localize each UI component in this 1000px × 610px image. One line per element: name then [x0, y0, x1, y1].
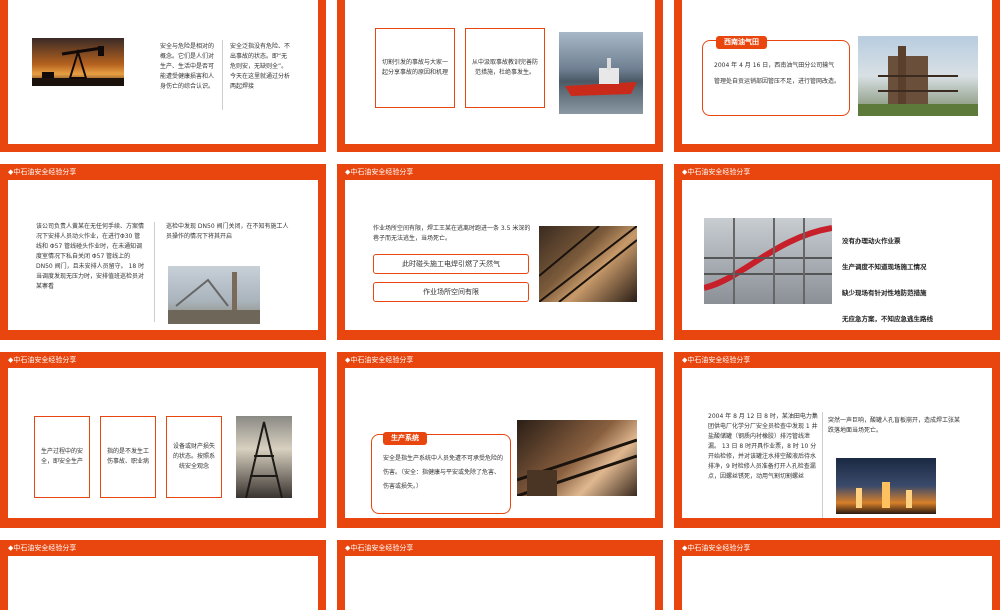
- slide-7[interactable]: ◆中石油安全经验分享 生产过程中的安全，即安全生产 指的是不发生工伤事故、职业病…: [0, 352, 326, 528]
- lesson-box: 从中汲取事故教训完善防范措施，杜绝事发生。: [465, 28, 545, 108]
- slide-content: 生产过程中的安全，即安全生产 指的是不发生工伤事故、职业病 设备或财产损失的状态…: [8, 368, 318, 518]
- oil-rig-photo: [236, 416, 292, 498]
- gas-ignition-box: 此时碰头施工电焊引燃了天然气: [373, 254, 529, 274]
- red-pipes-photo: [704, 218, 832, 304]
- slide-header: ◆中石油安全经验分享: [8, 356, 77, 364]
- slide-content: 2004 年 8 月 12 日 8 时，某油田电力集团供电厂化学分厂安全员检查中…: [682, 368, 992, 518]
- cause-item-3: 缺少现场有针对性地防范措施: [842, 289, 927, 297]
- intro-text-b: 安全泛指没有危险、不出事故的状态。即“无危则安，无缺则全”。今天在这里就通过分析…: [230, 43, 291, 90]
- slide-header: ◆中石油安全经验分享: [345, 356, 414, 364]
- slide-header: ◆中石油安全经验分享: [345, 544, 414, 552]
- slide-content: 安全与危险是相对的概念。它们是人们对生产、生活中是否可能遭受健康损害和人身伤亡的…: [8, 0, 318, 144]
- event-text: 2004 年 4 月 16 日，西南油气田分公司输气管理处自贡运销部因管压不足，…: [714, 62, 841, 85]
- slide-content: 切割引发的事故与大家一起分享事故的原因和机理 从中汲取事故教训完善防范措施，杜绝…: [345, 0, 655, 144]
- ship-photo: [559, 32, 643, 114]
- slide-content: 作业场所空间有限，焊工王某在逃离时跑进一条 3.5 米深的巷子而无法逃生，当场死…: [345, 180, 655, 330]
- slide-5[interactable]: ◆中石油安全经验分享 作业场所空间有限，焊工王某在逃离时跑进一条 3.5 米深的…: [337, 164, 663, 340]
- slide-header: ◆中石油安全经验分享: [8, 168, 77, 176]
- slide-grid: 安全与危险是相对的概念。它们是人们对生产、生活中是否可能遭受健康损害和人身伤亡的…: [0, 0, 1000, 610]
- incident-text: 该公司负责人黄某在无任何手续、方案情况下安排人员动火作业，在进行Φ30 管线和 …: [36, 223, 145, 290]
- steel-structure-photo: [539, 226, 637, 302]
- explosion-text: 突然一声巨响，酸罐人孔盲板崩开，造成焊工张某跌落地面当场死亡。: [828, 417, 961, 434]
- slide-2[interactable]: 切割引发的事故与大家一起分享事故的原因和机理 从中汲取事故教训完善防范措施，杜绝…: [337, 0, 663, 152]
- slide-1[interactable]: 安全与危险是相对的概念。它们是人们对生产、生活中是否可能遭受健康损害和人身伤亡的…: [0, 0, 326, 152]
- slide-header: ◆中石油安全经验分享: [682, 544, 751, 552]
- divider: [222, 40, 223, 110]
- section-tag: 西南油气田: [716, 36, 767, 49]
- definition-text: 安全是指生产系统中人员免遭不可承受危险的伤害。（安全：指健康与平安或免除了危害、…: [383, 455, 504, 490]
- slide-4[interactable]: ◆中石油安全经验分享 该公司负责人黄某在无任何手续、方案情况下安排人员动火作业，…: [0, 164, 326, 340]
- industrial-plant-photo: [168, 266, 260, 324]
- intro-text-a: 安全与危险是相对的概念。它们是人们对生产、生活中是否可能遭受健康损害和人身伤亡的…: [160, 43, 215, 90]
- concept-box-3: 设备或财产损失的状态。按照系统安全观念: [166, 416, 222, 498]
- slide-header: ◆中石油安全经验分享: [682, 168, 751, 176]
- oil-pump-sunset-photo: [32, 38, 124, 86]
- slide-content: 没有办理动火作业票 生产调度不知道现场施工情况 缺少现场有针对性地防范措施 无应…: [682, 180, 992, 330]
- slide-content: [8, 556, 318, 610]
- acid-tank-text: 2004 年 8 月 12 日 8 时，某油田电力集团供电厂化学分厂安全员检查中…: [708, 413, 818, 480]
- divider: [822, 412, 823, 518]
- slide-content: 该公司负责人黄某在无任何手续、方案情况下安排人员动火作业，在进行Φ30 管线和 …: [8, 180, 318, 330]
- section-tag: 生产系统: [383, 432, 427, 445]
- cause-item-1: 没有办理动火作业票: [842, 237, 901, 245]
- concept-box-1: 生产过程中的安全，即安全生产: [34, 416, 90, 498]
- slide-3[interactable]: 西南油气田 2004 年 4 月 16 日，西南油气田分公司输气管理处自贡运销部…: [674, 0, 1000, 152]
- cause-box: 切割引发的事故与大家一起分享事故的原因和机理: [375, 28, 455, 108]
- slide-header: ◆中石油安全经验分享: [8, 544, 77, 552]
- valve-text: 巡检中发现 DN50 阀门关闭，在不知有施工人员操作的情况下将其开启: [166, 223, 289, 240]
- slide-header: ◆中石油安全经验分享: [345, 168, 414, 176]
- slide-9[interactable]: ◆中石油安全经验分享 2004 年 8 月 12 日 8 时，某油田电力集团供电…: [674, 352, 1000, 528]
- divider: [154, 222, 155, 322]
- slide-content: 西南油气田 2004 年 4 月 16 日，西南油气田分公司输气管理处自贡运销部…: [682, 0, 992, 144]
- refinery-photo: [858, 36, 978, 116]
- night-plant-photo: [836, 458, 936, 514]
- slide-content: [682, 556, 992, 610]
- slide-content: [345, 556, 655, 610]
- slide-header: ◆中石油安全经验分享: [682, 356, 751, 364]
- factory-interior-photo: [517, 420, 637, 496]
- slide-content: 生产系统 安全是指生产系统中人员免遭不可承受危险的伤害。（安全：指健康与平安或免…: [345, 368, 655, 518]
- slide-6[interactable]: ◆中石油安全经验分享 没有办理动火作业票 生产调度不知道现场施工情况 缺少现场有…: [674, 164, 1000, 340]
- concept-box-2: 指的是不发生工伤事故、职业病: [100, 416, 156, 498]
- space-text: 作业场所空间有限，焊工王某在逃离时跑进一条 3.5 米深的巷子而无法逃生，当场死…: [373, 225, 531, 242]
- cause-item-4: 无应急方案，不知应急逃生路线: [842, 315, 933, 323]
- cause-item-2: 生产调度不知道现场施工情况: [842, 263, 927, 271]
- slide-8[interactable]: ◆中石油安全经验分享 生产系统 安全是指生产系统中人员免遭不可承受危险的伤害。（…: [337, 352, 663, 528]
- limited-space-box: 作业场所空间有限: [373, 282, 529, 302]
